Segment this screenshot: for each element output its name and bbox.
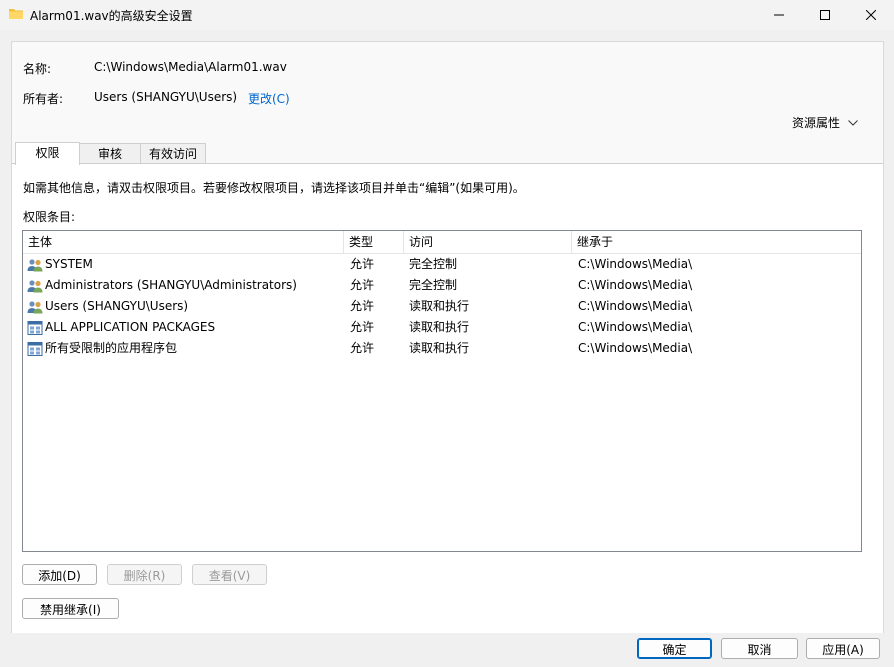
type-cell: 允许	[350, 299, 375, 313]
title-bar: Alarm01.wav的高级安全设置	[0, 0, 894, 30]
users-icon	[27, 278, 43, 294]
type-cell: 允许	[350, 341, 375, 355]
folder-icon	[9, 9, 23, 19]
resource-properties-label: 资源属性	[792, 116, 841, 130]
column-header-type[interactable]: 类型	[344, 231, 404, 253]
inherited-from-cell: C:\Windows\Media\	[578, 320, 693, 334]
inherited-from-cell: C:\Windows\Media\	[578, 299, 693, 313]
table-row[interactable]: SYSTEM 允许 完全控制 C:\Windows\Media\	[23, 254, 861, 275]
close-icon	[866, 10, 876, 20]
permissions-info-text: 如需其他信息，请双击权限项目。若要修改权限项目，请选择该项目并单击“编辑”(如果…	[23, 181, 525, 195]
tab-effective-access[interactable]: 有效访问	[140, 143, 206, 164]
chevron-down-icon	[848, 119, 858, 126]
principal-cell: Administrators (SHANGYU\Administrators)	[45, 278, 297, 292]
inherited-from-cell: C:\Windows\Media\	[578, 341, 693, 355]
remove-button[interactable]: 删除(R)	[107, 564, 182, 585]
tab-auditing[interactable]: 审核	[78, 143, 142, 164]
close-button[interactable]	[848, 0, 894, 30]
tab-permissions[interactable]: 权限	[15, 142, 80, 165]
change-owner-link[interactable]: 更改(C)	[248, 90, 290, 107]
package-icon	[27, 341, 43, 357]
package-icon	[27, 320, 43, 336]
table-row[interactable]: ALL APPLICATION PACKAGES 允许 读取和执行 C:\Window…	[23, 317, 861, 338]
table-row[interactable]: Administrators (SHANGYU\Administrators) 允…	[23, 275, 861, 296]
access-cell: 读取和执行	[409, 299, 470, 313]
type-cell: 允许	[350, 278, 375, 292]
table-row[interactable]: Users (SHANGYU\Users) 允许 读取和执行 C:\Windows\M…	[23, 296, 861, 317]
principal-cell: ALL APPLICATION PACKAGES	[45, 320, 216, 334]
column-header-inherited-from[interactable]: 继承于	[572, 231, 861, 253]
type-cell: 允许	[350, 257, 375, 271]
table-row[interactable]: 所有受限制的应用程序包 允许 读取和执行 C:\Windows\Media\	[23, 338, 861, 359]
owner-value: Users (SHANGYU\Users)	[94, 90, 238, 104]
owner-label: 所有者:	[23, 92, 64, 106]
name-label: 名称:	[23, 62, 52, 76]
minimize-icon	[774, 14, 784, 16]
cancel-button[interactable]: 取消	[721, 638, 798, 659]
principal-cell: SYSTEM	[45, 257, 93, 271]
principal-cell: Users (SHANGYU\Users)	[45, 299, 189, 313]
access-cell: 完全控制	[409, 278, 458, 292]
inherited-from-cell: C:\Windows\Media\	[578, 278, 693, 292]
permission-entries-list[interactable]: 主体 类型 访问 继承于 SYSTEM 允许 完全控制 C:\Windows\Medi…	[22, 230, 862, 552]
permissions-panel: 如需其他信息，请双击权限项目。若要修改权限项目，请选择该项目并单击“编辑”(如果…	[12, 163, 883, 633]
access-cell: 读取和执行	[409, 341, 470, 355]
dialog-content: 名称: C:\Windows\Media\Alarm01.wav 所有者: Us…	[11, 41, 884, 633]
name-value[interactable]: C:\Windows\Media\Alarm01.wav	[94, 60, 287, 74]
permission-entries-label: 权限条目:	[23, 210, 76, 224]
window-title: Alarm01.wav的高级安全设置	[30, 9, 193, 23]
type-cell: 允许	[350, 320, 375, 334]
column-header-access[interactable]: 访问	[404, 231, 572, 253]
inherited-from-cell: C:\Windows\Media\	[578, 257, 693, 271]
column-header-principal[interactable]: 主体	[23, 231, 344, 253]
view-button[interactable]: 查看(V)	[192, 564, 267, 585]
ok-button[interactable]: 确定	[637, 638, 712, 659]
disable-inheritance-button[interactable]: 禁用继承(I)	[22, 598, 119, 619]
add-button[interactable]: 添加(D)	[22, 564, 97, 585]
list-header: 主体 类型 访问 继承于	[23, 231, 861, 254]
apply-button[interactable]: 应用(A)	[806, 638, 880, 659]
minimize-button[interactable]	[756, 0, 802, 30]
users-icon	[27, 257, 43, 273]
maximize-icon	[820, 10, 830, 20]
access-cell: 读取和执行	[409, 320, 470, 334]
resource-properties-toggle[interactable]: 资源属性	[792, 114, 858, 131]
maximize-button[interactable]	[802, 0, 848, 30]
principal-cell: 所有受限制的应用程序包	[45, 341, 178, 355]
access-cell: 完全控制	[409, 257, 458, 271]
users-icon	[27, 299, 43, 315]
